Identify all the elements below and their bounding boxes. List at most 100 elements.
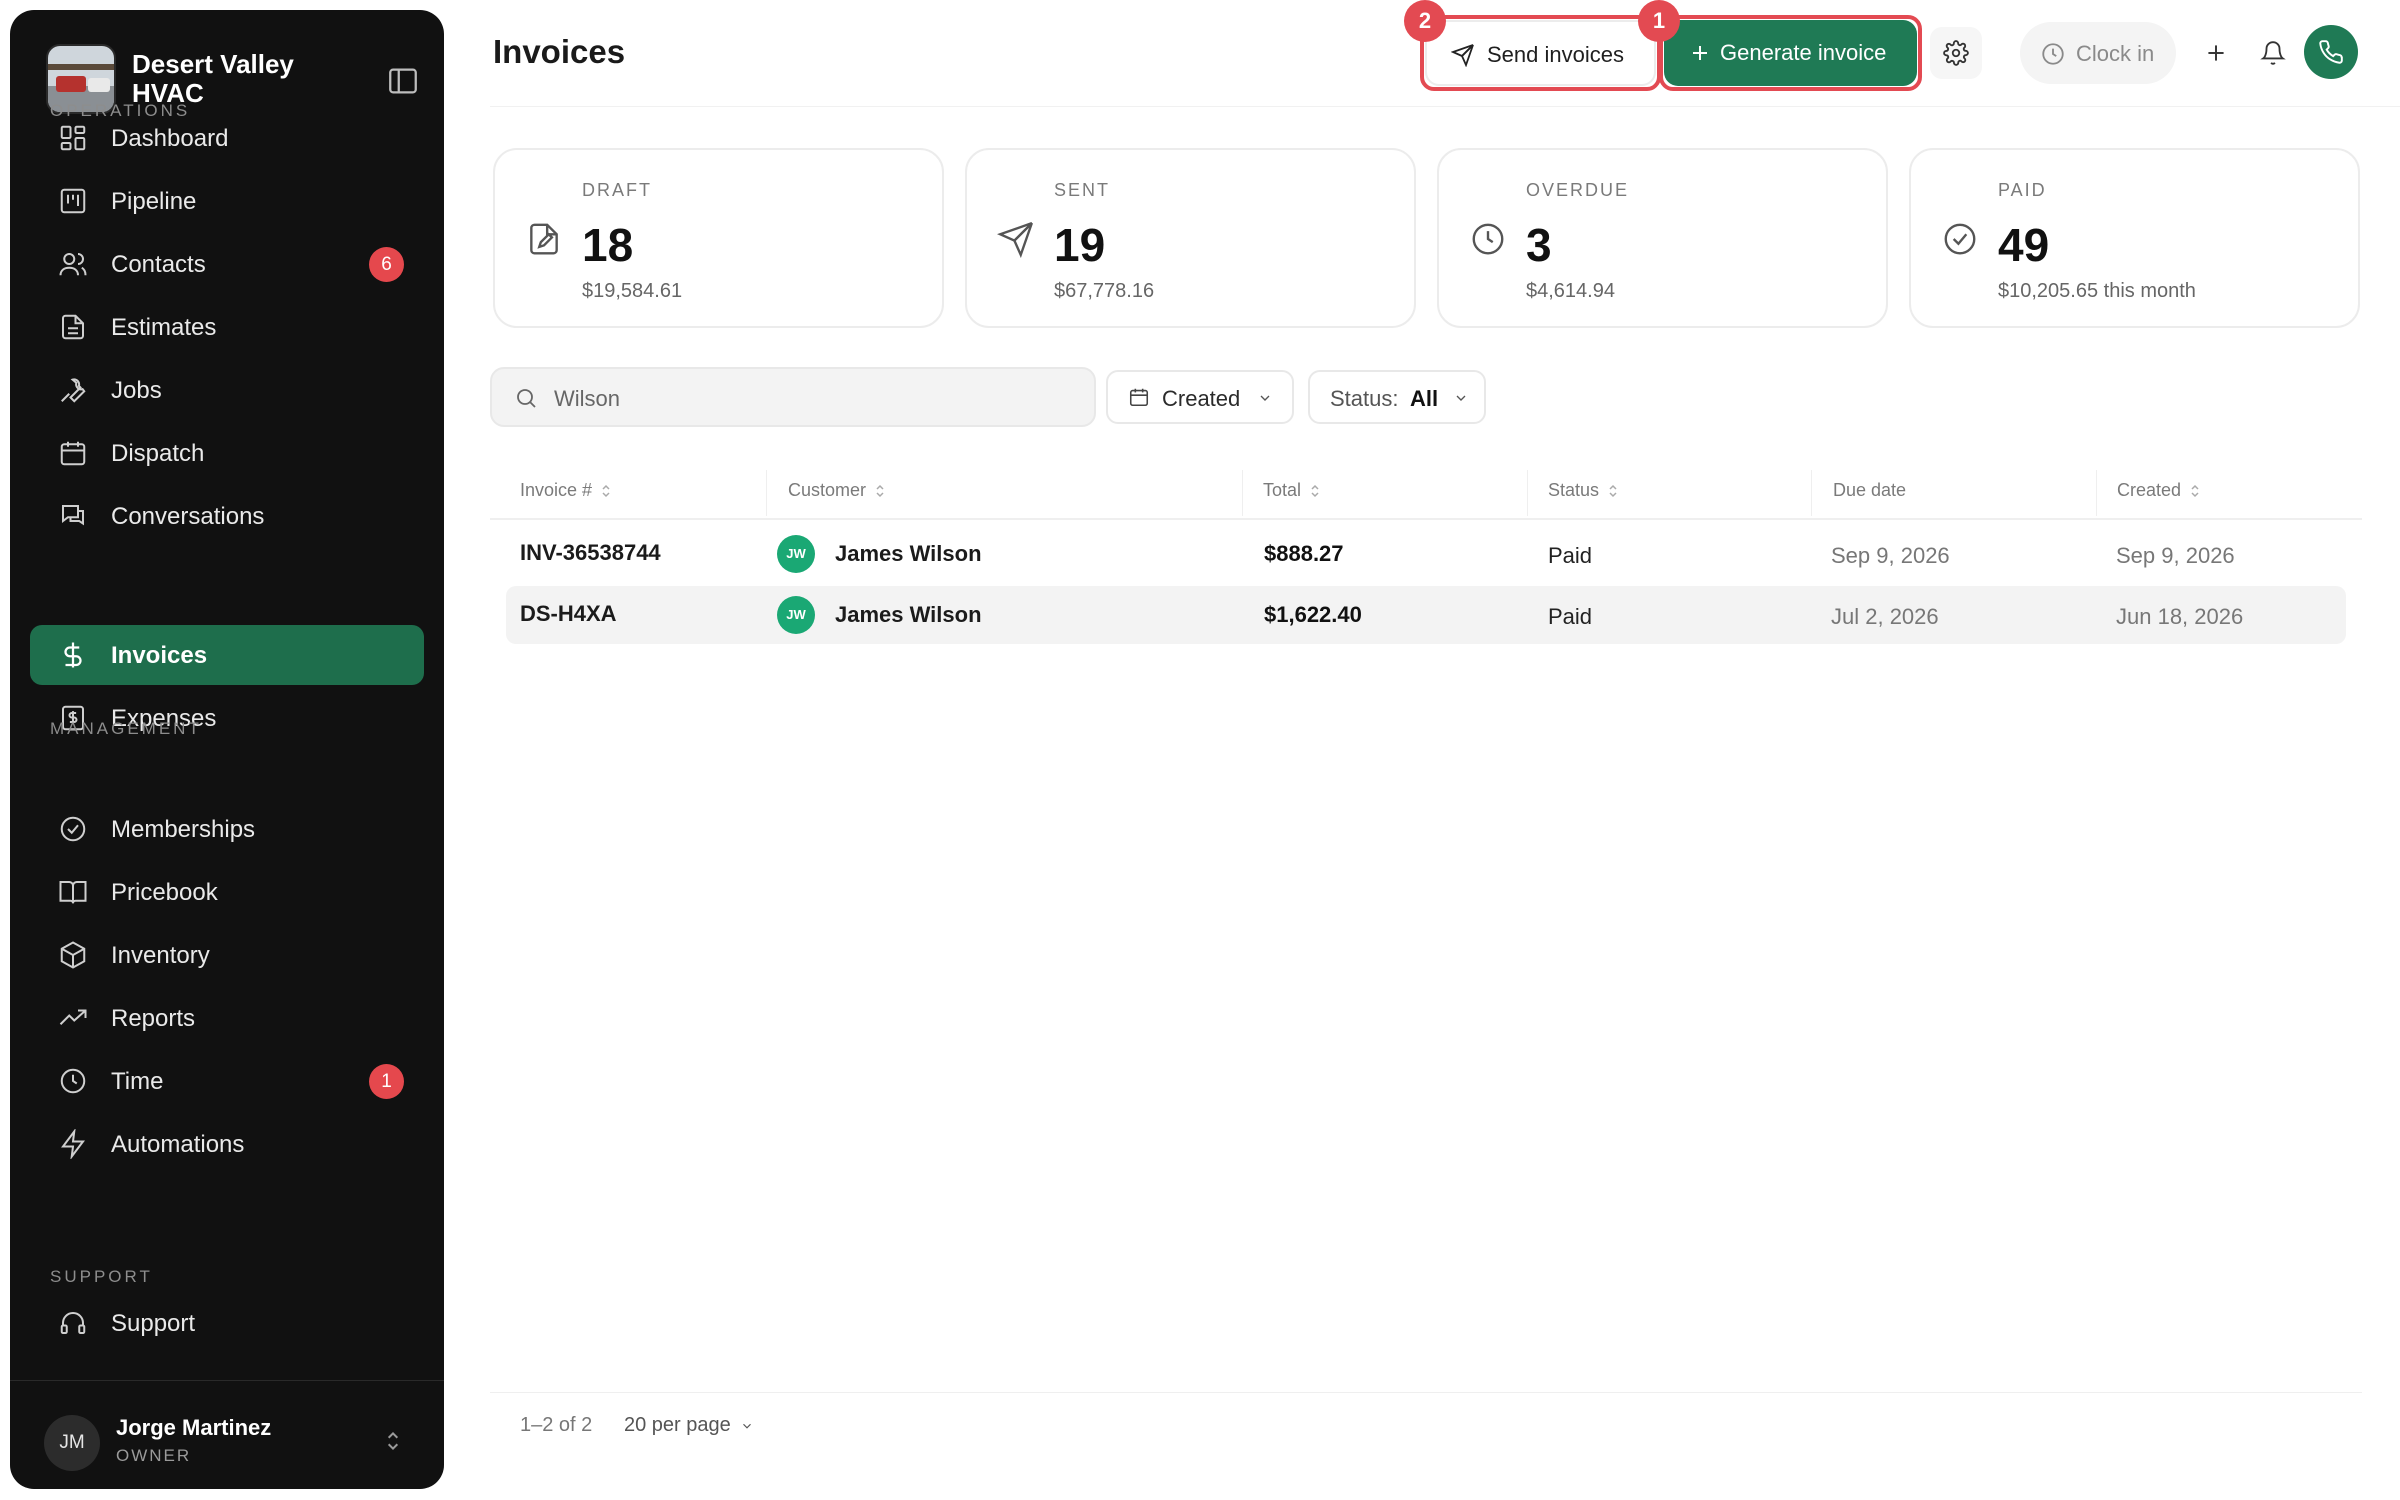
sidebar-item-automations[interactable]: Automations bbox=[30, 1114, 424, 1174]
chevron-down-icon bbox=[739, 1419, 755, 1433]
sidebar-item-label: Support bbox=[111, 1310, 196, 1337]
column-label: Total bbox=[1263, 480, 1302, 500]
sort-icon bbox=[874, 483, 886, 499]
sidebar-item-label: Dispatch bbox=[111, 440, 205, 467]
stat-card-overdue[interactable]: OVERDUE 3 $4,614.94 bbox=[1437, 148, 1888, 328]
user-menu[interactable]: JM Jorge Martinez OWNER bbox=[30, 1400, 424, 1480]
sidebar-item-label: Inventory bbox=[111, 942, 210, 969]
column-header-created[interactable]: Created bbox=[2117, 480, 2201, 504]
dollar-icon bbox=[58, 640, 88, 670]
sidebar-item-label: Time bbox=[111, 1068, 164, 1095]
invoice-number[interactable]: DS-H4XA bbox=[520, 601, 617, 627]
send-invoices-button[interactable]: Send invoices bbox=[1425, 20, 1656, 86]
column-header-customer[interactable]: Customer bbox=[788, 480, 886, 504]
generate-invoice-label: Generate invoice bbox=[1720, 40, 1887, 65]
invoice-number[interactable]: INV-36538744 bbox=[520, 540, 661, 566]
sidebar-item-conversations[interactable]: Conversations bbox=[30, 486, 424, 546]
column-label: Invoice # bbox=[520, 480, 593, 500]
customer-name[interactable]: James Wilson bbox=[835, 602, 982, 628]
column-label: Status bbox=[1548, 480, 1600, 500]
user-role: OWNER bbox=[116, 1446, 192, 1465]
sidebar-item-label: Pricebook bbox=[111, 879, 218, 906]
sidebar-item-memberships[interactable]: Memberships bbox=[30, 799, 424, 859]
clock-in-button[interactable]: Clock in bbox=[2020, 22, 2176, 84]
sidebar-toggle-icon[interactable] bbox=[386, 64, 420, 98]
chevron-updown-icon[interactable] bbox=[380, 1426, 406, 1456]
sort-icon bbox=[1309, 483, 1321, 499]
column-label: Due date bbox=[1833, 480, 1907, 500]
sidebar-item-jobs[interactable]: Jobs bbox=[30, 360, 424, 420]
sidebar-item-pricebook[interactable]: Pricebook bbox=[30, 862, 424, 922]
stat-count: 18 bbox=[582, 219, 634, 271]
customer-name[interactable]: James Wilson bbox=[835, 541, 982, 567]
stat-label: DRAFT bbox=[582, 180, 652, 200]
per-page-dropdown[interactable]: 20 per page bbox=[624, 1414, 755, 1437]
avatar: JM bbox=[44, 1415, 100, 1471]
sidebar-item-time[interactable]: Time 1 bbox=[30, 1051, 424, 1111]
stat-card-draft[interactable]: DRAFT 18 $19,584.61 bbox=[493, 148, 944, 328]
sidebar-item-reports[interactable]: Reports bbox=[30, 988, 424, 1048]
sidebar-item-invoices[interactable]: Invoices bbox=[30, 625, 424, 685]
calendar-icon bbox=[58, 438, 88, 468]
column-header-due-date[interactable]: Due date bbox=[1833, 480, 1906, 504]
stat-card-paid[interactable]: PAID 49 $10,205.65 this month bbox=[1909, 148, 2360, 328]
clock-icon bbox=[1469, 220, 1507, 258]
stat-label: PAID bbox=[1998, 180, 2047, 200]
section-label-support: SUPPORT bbox=[50, 1267, 153, 1286]
send-invoices-label: Send invoices bbox=[1487, 42, 1624, 67]
sidebar-item-expenses[interactable]: Expenses bbox=[30, 688, 424, 748]
notifications-button[interactable] bbox=[2247, 27, 2299, 79]
status-filter-dropdown[interactable]: Status: All bbox=[1308, 370, 1486, 424]
settings-button[interactable] bbox=[1930, 27, 1982, 79]
stat-amount: $19,584.61 bbox=[582, 280, 683, 302]
sidebar-item-dispatch[interactable]: Dispatch bbox=[30, 423, 424, 483]
sidebar: Desert Valley HVAC OPERATIONS Dashboard … bbox=[10, 10, 444, 1489]
stat-label: OVERDUE bbox=[1526, 180, 1630, 200]
pipeline-icon bbox=[58, 186, 88, 216]
column-header-invoice[interactable]: Invoice # bbox=[520, 480, 612, 504]
search-icon bbox=[514, 386, 538, 410]
column-header-status[interactable]: Status bbox=[1548, 480, 1619, 504]
sidebar-item-inventory[interactable]: Inventory bbox=[30, 925, 424, 985]
search-input[interactable]: Wilson bbox=[490, 367, 1096, 427]
stat-amount: $4,614.94 bbox=[1526, 280, 1615, 302]
per-page-label: 20 per page bbox=[624, 1414, 731, 1436]
invoice-total: $888.27 bbox=[1264, 541, 1344, 566]
stat-count: 49 bbox=[1998, 219, 2050, 271]
book-icon bbox=[58, 877, 88, 907]
box-icon bbox=[58, 940, 88, 970]
clock-icon bbox=[58, 1066, 88, 1096]
quick-add-button[interactable] bbox=[2190, 27, 2242, 79]
due-date: Sep 9, 2026 bbox=[1831, 543, 1950, 568]
phone-button[interactable] bbox=[2304, 25, 2358, 79]
sidebar-item-contacts[interactable]: Contacts 6 bbox=[30, 234, 424, 294]
sidebar-item-label: Pipeline bbox=[111, 188, 197, 215]
avatar: JW bbox=[777, 596, 815, 634]
draft-file-icon bbox=[525, 220, 563, 258]
sidebar-item-label: Reports bbox=[111, 1005, 196, 1032]
sidebar-item-label: Memberships bbox=[111, 816, 256, 843]
table-row[interactable]: DS-H4XA JW James Wilson $1,622.40 Paid J… bbox=[506, 586, 2346, 644]
headset-icon bbox=[58, 1308, 88, 1338]
check-circle-icon bbox=[1941, 220, 1979, 258]
sidebar-item-estimates[interactable]: Estimates bbox=[30, 297, 424, 357]
stat-amount: $67,778.16 bbox=[1054, 280, 1155, 302]
sidebar-item-pipeline[interactable]: Pipeline bbox=[30, 171, 424, 231]
generate-invoice-button[interactable]: Generate invoice bbox=[1664, 20, 1917, 86]
clock-icon bbox=[2040, 41, 2066, 67]
badge-check-icon bbox=[58, 814, 88, 844]
sidebar-item-label: Automations bbox=[111, 1131, 245, 1158]
sidebar-item-label: Estimates bbox=[111, 314, 217, 341]
sidebar-item-support[interactable]: Support bbox=[30, 1293, 424, 1353]
created-filter-dropdown[interactable]: Created bbox=[1106, 370, 1294, 424]
column-label: Customer bbox=[788, 480, 867, 500]
footer-divider bbox=[490, 1392, 2362, 1393]
stat-card-sent[interactable]: SENT 19 $67,778.16 bbox=[965, 148, 1416, 328]
sidebar-item-dashboard[interactable]: Dashboard bbox=[30, 108, 424, 168]
plus-icon bbox=[1688, 41, 1712, 65]
table-row[interactable]: INV-36538744 JW James Wilson $888.27 Pai… bbox=[506, 525, 2346, 583]
column-divider bbox=[2096, 470, 2097, 516]
column-header-total[interactable]: Total bbox=[1263, 480, 1321, 504]
status-filter-label: Status: bbox=[1330, 386, 1399, 411]
dashboard-icon bbox=[58, 123, 88, 153]
